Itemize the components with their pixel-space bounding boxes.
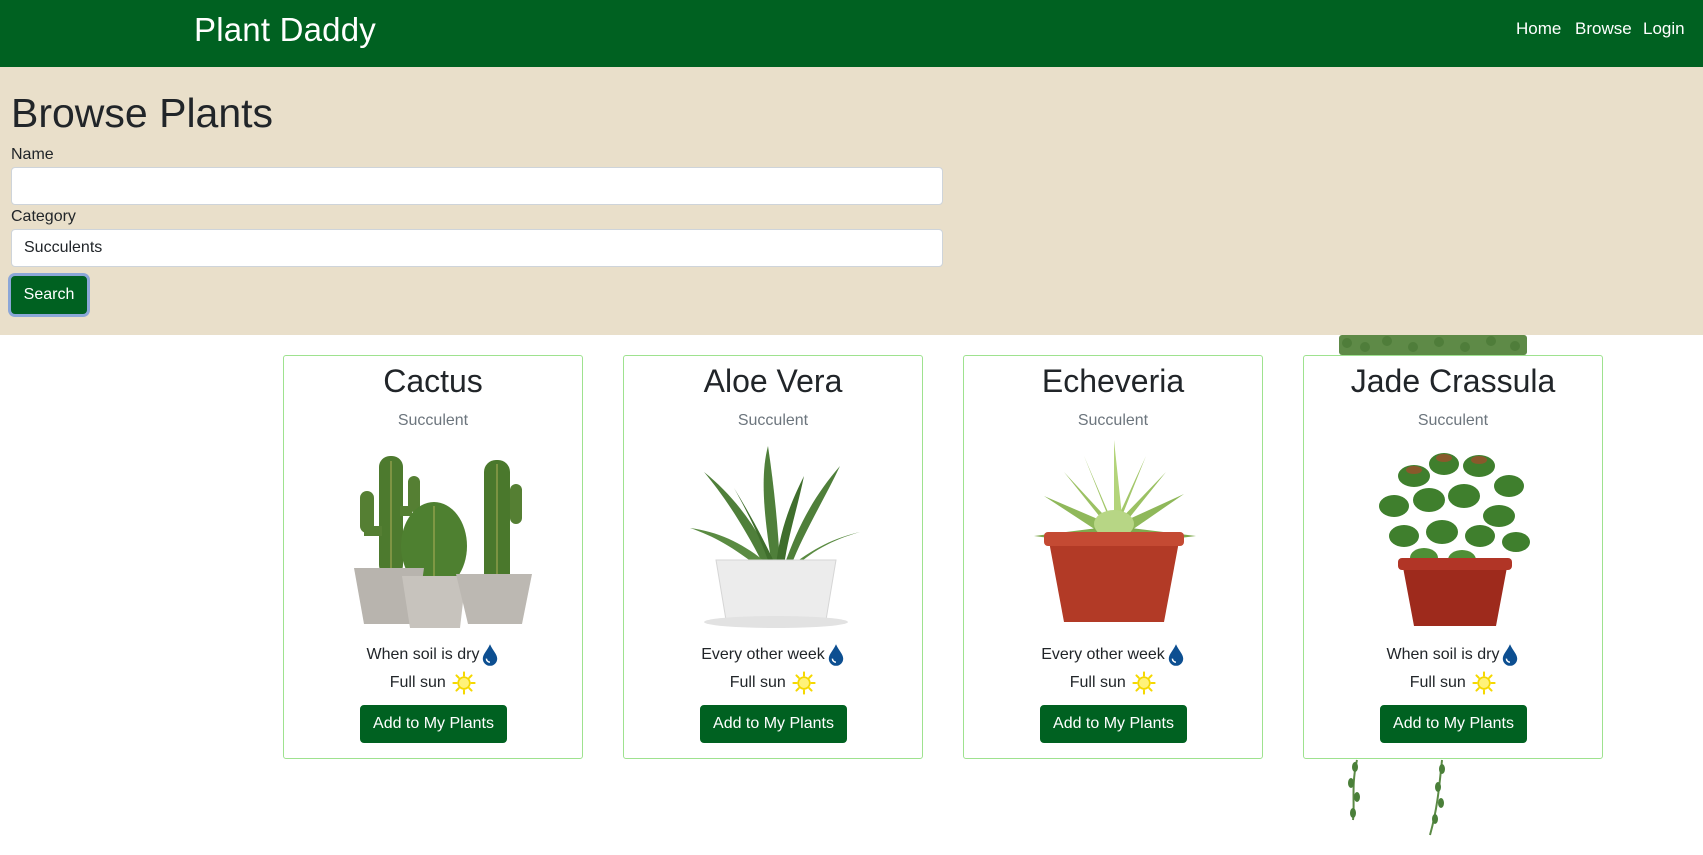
watering-info: When soil is dry — [284, 643, 582, 667]
plant-card: Jade Crassula Succulent When soil is dry… — [1303, 355, 1603, 759]
plant-card: Cactus Succulent When soil is dry Full s… — [283, 355, 583, 759]
water-drop-icon — [481, 643, 499, 667]
light-info: Full sun — [1304, 671, 1602, 695]
add-to-my-plants-button[interactable]: Add to My Plants — [700, 705, 847, 743]
light-text: Full sun — [389, 674, 446, 692]
light-text: Full sun — [1409, 674, 1466, 692]
plant-category: Succulent — [737, 412, 809, 429]
jade-crassula-image — [1379, 453, 1530, 626]
add-to-my-plants-button[interactable]: Add to My Plants — [1040, 705, 1187, 743]
plant-card: Echeveria Succulent Every other week Ful… — [963, 355, 1263, 759]
plant-category: Succulent — [1077, 412, 1149, 429]
nav-link-home[interactable]: Home — [1516, 19, 1561, 39]
watering-info: Every other week — [964, 643, 1262, 667]
plant-name: Aloe Vera — [703, 363, 843, 399]
water-drop-icon — [827, 643, 845, 667]
plant-name: Cactus — [383, 363, 483, 399]
plant-name: Echeveria — [1041, 363, 1185, 399]
plant-card: Aloe Vera Succulent Every other week Ful… — [623, 355, 923, 759]
nav-link-login[interactable]: Login — [1643, 19, 1685, 39]
sun-icon — [1472, 671, 1496, 695]
plant-name: Jade Crassula — [1350, 363, 1556, 399]
plant-category: Succulent — [397, 412, 469, 429]
watering-info: Every other week — [624, 643, 922, 667]
sun-icon — [1132, 671, 1156, 695]
water-drop-icon — [1167, 643, 1185, 667]
add-to-my-plants-button[interactable]: Add to My Plants — [360, 705, 507, 743]
watering-info: When soil is dry — [1304, 643, 1602, 667]
watering-text: When soil is dry — [366, 646, 480, 664]
watering-text: Every other week — [1041, 646, 1165, 664]
light-text: Full sun — [1069, 674, 1126, 692]
sun-icon — [792, 671, 816, 695]
water-drop-icon — [1501, 643, 1519, 667]
nav-link-browse[interactable]: Browse — [1575, 19, 1632, 39]
name-input[interactable] — [11, 167, 943, 205]
light-info: Full sun — [284, 671, 582, 695]
category-input[interactable] — [11, 229, 943, 267]
echeveria-image — [1034, 440, 1196, 622]
plant-category: Succulent — [1417, 412, 1489, 429]
search-button[interactable]: Search — [11, 276, 87, 314]
search-panel: Browse Plants Name Category Search — [0, 67, 1703, 335]
brand-logo[interactable]: Plant Daddy — [194, 10, 376, 50]
navbar: Plant Daddy Home Browse Login — [0, 0, 1703, 67]
watering-text: Every other week — [701, 646, 825, 664]
watering-text: When soil is dry — [1386, 646, 1500, 664]
light-info: Full sun — [964, 671, 1262, 695]
page-title: Browse Plants — [11, 90, 274, 136]
name-label: Name — [11, 146, 54, 163]
light-text: Full sun — [729, 674, 786, 692]
aloe-vera-image — [690, 446, 860, 628]
cactus-trio-image — [354, 456, 532, 628]
category-label: Category — [11, 208, 76, 225]
add-to-my-plants-button[interactable]: Add to My Plants — [1380, 705, 1527, 743]
sun-icon — [452, 671, 476, 695]
light-info: Full sun — [624, 671, 922, 695]
